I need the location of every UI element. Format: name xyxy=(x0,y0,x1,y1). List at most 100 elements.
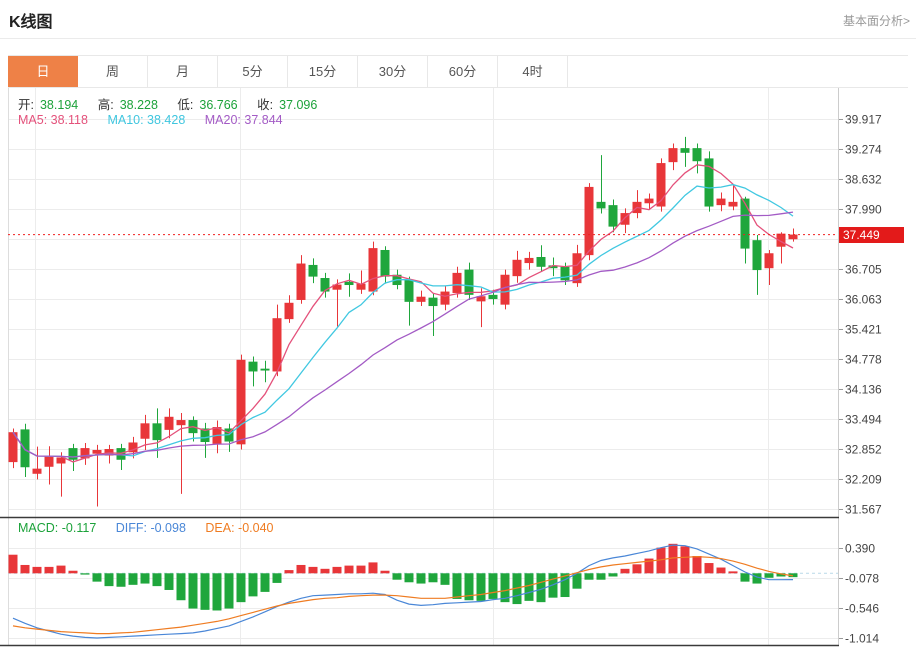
macd-histogram-bar xyxy=(729,571,738,573)
macd-histogram-bar xyxy=(369,562,378,573)
macd-axis-label: -0.546 xyxy=(845,602,879,616)
macd-histogram-bar xyxy=(201,573,210,610)
candle-body xyxy=(285,303,294,319)
ma20-legend: MA20: 37.844 xyxy=(205,113,283,127)
macd-histogram-bar xyxy=(33,567,42,573)
macd-histogram-bar xyxy=(261,573,270,592)
macd-histogram-bar xyxy=(381,571,390,574)
candle-body xyxy=(429,298,438,306)
candle-body xyxy=(765,253,774,268)
macd-histogram-bar xyxy=(681,546,690,573)
candle-body xyxy=(309,265,318,277)
current-price-tag: 37.449 xyxy=(839,227,904,243)
candle-body xyxy=(69,448,78,460)
macd-histogram-bar xyxy=(225,573,234,608)
open-value: 38.194 xyxy=(40,98,78,112)
candle-body xyxy=(321,278,330,292)
macd-histogram-bar xyxy=(525,573,534,601)
candle-body xyxy=(465,270,474,295)
candle-body xyxy=(537,257,546,267)
macd-histogram-bar xyxy=(69,571,78,574)
candle-body xyxy=(501,275,510,305)
k-axis-label: 34.778 xyxy=(845,353,882,367)
macd-histogram-bar xyxy=(45,567,54,573)
macd-histogram-bar xyxy=(753,573,762,583)
k-axis-label: 36.705 xyxy=(845,263,882,277)
high-value: 38.228 xyxy=(120,98,158,112)
candle-body xyxy=(153,423,162,440)
candle-body xyxy=(513,260,522,276)
candle-body xyxy=(93,450,102,454)
macd-histogram-bar xyxy=(81,573,90,574)
macd-histogram-bar xyxy=(417,573,426,583)
macd-histogram-bar xyxy=(453,573,462,599)
macd-histogram-bar xyxy=(693,556,702,573)
candle-body xyxy=(381,250,390,277)
candle-body xyxy=(33,469,42,474)
candle-body xyxy=(453,273,462,293)
macd-histogram-bar xyxy=(189,573,198,608)
macd-histogram-bar xyxy=(129,573,138,585)
close-value: 37.096 xyxy=(279,98,317,112)
macd-histogram-bar xyxy=(477,573,486,601)
macd-histogram-bar xyxy=(441,573,450,585)
macd-histogram-bar xyxy=(213,573,222,610)
macd-histogram-bar xyxy=(345,566,354,574)
macd-histogram-bar xyxy=(93,573,102,581)
ma5-legend: MA5: 38.118 xyxy=(18,113,88,127)
candle-body xyxy=(405,280,414,302)
candle-body xyxy=(789,235,798,240)
macd-histogram-bar xyxy=(9,555,18,574)
candle-body xyxy=(609,205,618,226)
macd-histogram-bar xyxy=(741,573,750,581)
macd-histogram-bar xyxy=(633,564,642,573)
candle-body xyxy=(297,264,306,300)
candle-body xyxy=(741,199,750,249)
ma10-line xyxy=(13,185,793,457)
candle-body xyxy=(561,267,570,281)
open-label: 开: xyxy=(18,98,34,112)
candle-body xyxy=(237,360,246,445)
k-axis-label: 34.136 xyxy=(845,383,882,397)
candle-body xyxy=(141,423,150,438)
macd-histogram-bar xyxy=(285,570,294,573)
macd-histogram-bar xyxy=(153,573,162,586)
k-axis-label: 37.990 xyxy=(845,203,882,217)
macd-histogram-bar xyxy=(321,569,330,573)
candle-body xyxy=(417,297,426,302)
candle-body xyxy=(45,456,54,466)
macd-histogram-bar xyxy=(141,573,150,583)
close-label: 收: xyxy=(257,98,273,112)
k-axis-label: 32.852 xyxy=(845,443,882,457)
macd-histogram-bar xyxy=(21,565,30,573)
k-axis-label: 33.494 xyxy=(845,413,882,427)
macd-histogram-bar xyxy=(609,573,618,576)
macd-histogram-bar xyxy=(765,573,774,577)
macd-histogram-bar xyxy=(585,573,594,579)
macd-legend: MACD: -0.117 DIFF: -0.098 DEA: -0.040 xyxy=(18,521,280,535)
macd-histogram-bar xyxy=(357,566,366,574)
macd-axis-label: 0.390 xyxy=(845,542,875,556)
candle-body xyxy=(753,240,762,270)
macd-histogram-bar xyxy=(117,573,126,586)
low-label: 低: xyxy=(177,98,193,112)
k-axis-label: 35.421 xyxy=(845,323,882,337)
macd-histogram-bar xyxy=(621,569,630,573)
macd-histogram-bar xyxy=(177,573,186,600)
candle-body xyxy=(441,292,450,305)
k-axis-label: 31.567 xyxy=(845,503,882,517)
macd-histogram-bar xyxy=(273,573,282,583)
candle-body xyxy=(177,420,186,425)
candle-body xyxy=(717,199,726,206)
macd-histogram-bar xyxy=(165,573,174,590)
k-axis-label: 39.274 xyxy=(845,143,882,157)
macd-histogram-bar xyxy=(405,573,414,582)
macd-histogram-bar xyxy=(57,566,66,574)
ohlc-legend: 开:38.194 高:38.228 低:36.766 收:37.096 xyxy=(18,94,323,113)
candle-body xyxy=(21,429,30,467)
candle-body xyxy=(585,187,594,255)
candle-body xyxy=(165,417,174,430)
candle-body xyxy=(261,369,270,371)
macd-histogram-bar xyxy=(489,573,498,599)
candle-body xyxy=(369,248,378,291)
